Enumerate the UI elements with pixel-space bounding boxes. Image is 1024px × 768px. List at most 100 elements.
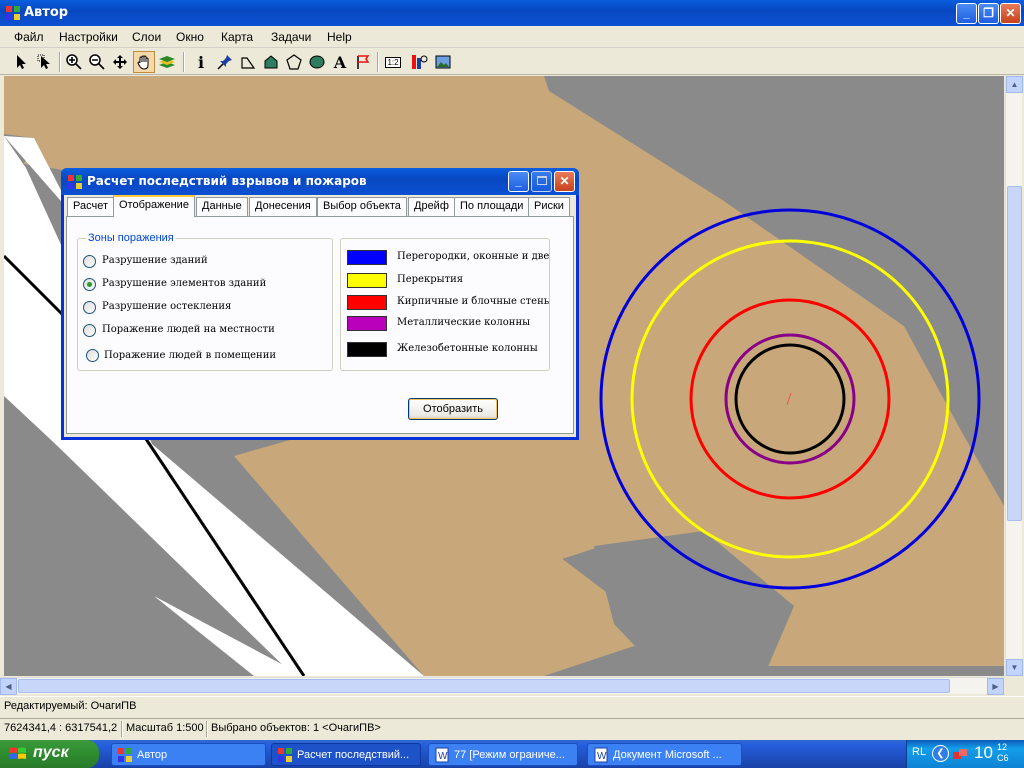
scroll-right-icon[interactable]: ▶	[987, 678, 1004, 695]
ellipse-icon[interactable]	[306, 51, 328, 73]
task-calc[interactable]: Расчет последствий...	[271, 743, 421, 766]
settings-icon[interactable]	[409, 51, 431, 73]
radio-zone-glazing-label: Разрушение остекления	[102, 301, 232, 312]
house-polygon-icon[interactable]	[260, 51, 282, 73]
legend-swatch-red	[347, 295, 387, 310]
radio-zone-people-outdoor[interactable]	[83, 324, 96, 337]
scale-text: Масштаб 1:500	[126, 722, 204, 734]
tab-vybor-obekta[interactable]: Выбор объекта	[317, 197, 407, 216]
radio-zone-building-elements[interactable]	[83, 278, 96, 291]
image-icon[interactable]	[432, 51, 454, 73]
start-button[interactable]: пуск	[0, 740, 99, 768]
tab-otobrazhenie[interactable]: Отображение	[113, 195, 195, 217]
radio-zone-building-elements-label: Разрушение элементов зданий	[102, 278, 267, 289]
svg-text:W: W	[597, 751, 607, 762]
select-region-icon[interactable]	[34, 51, 56, 73]
tab-raschet[interactable]: Расчет	[67, 197, 114, 216]
radio-zone-buildings[interactable]	[83, 255, 96, 268]
scroll-up-icon[interactable]: ▲	[1006, 76, 1023, 93]
menu-map[interactable]: Карта	[221, 30, 253, 44]
radio-zone-buildings-label: Разрушение зданий	[102, 255, 208, 266]
scroll-thumb-horizontal[interactable]	[18, 679, 950, 693]
language-indicator[interactable]: RL	[912, 746, 926, 758]
word-icon: W	[435, 747, 449, 763]
legend-label-concrete-columns: Железобетонные колонны	[397, 343, 538, 354]
task-word-77[interactable]: W 77 [Режим ограниче...	[428, 743, 578, 766]
network-icon[interactable]	[952, 746, 968, 762]
info-glyph: i	[197, 52, 205, 72]
horizontal-scrollbar[interactable]: ◀ ▶	[0, 677, 1004, 695]
minimize-button[interactable]: _	[956, 3, 977, 24]
toolbar-separator	[183, 52, 185, 72]
tray-expand-icon[interactable]: ❮	[932, 745, 949, 762]
dialog-minimize-button[interactable]: _	[508, 171, 529, 192]
app-icon	[68, 175, 82, 189]
clock-suffix: С6	[997, 753, 1009, 763]
tab-doneseniya[interactable]: Донесения	[249, 197, 317, 216]
menu-window[interactable]: Окно	[176, 30, 204, 44]
editing-layer-text: Редактируемый: ОчагиПВ	[4, 700, 137, 712]
polygon-icon[interactable]	[283, 51, 305, 73]
app-icon	[6, 6, 20, 20]
legend-swatch-yellow	[347, 273, 387, 288]
toolbar: i A 1:2	[0, 49, 1024, 75]
menu-layers[interactable]: Слои	[132, 30, 161, 44]
zones-group-title: Зоны поражения	[86, 232, 176, 244]
legend-label-floors: Перекрытия	[397, 274, 464, 285]
task-avtor[interactable]: Автор	[111, 743, 266, 766]
window-title: Автор	[24, 5, 69, 20]
tab-riski[interactable]: Риски	[528, 197, 570, 216]
menu-help[interactable]: Help	[327, 30, 352, 44]
text-icon[interactable]: A	[329, 51, 351, 73]
zoom-in-icon[interactable]	[63, 51, 85, 73]
text-glyph: A	[333, 52, 347, 72]
scroll-left-icon[interactable]: ◀	[0, 678, 17, 695]
legend-swatch-black	[347, 342, 387, 357]
maximize-button[interactable]: ❐	[978, 3, 999, 24]
select-arrow-icon[interactable]	[11, 51, 33, 73]
scroll-thumb[interactable]	[1007, 186, 1022, 521]
hand-pan-icon[interactable]	[133, 51, 155, 73]
task-word-doc[interactable]: W Документ Microsoft ...	[587, 743, 742, 766]
clock-minutes: 12	[997, 742, 1008, 752]
dialog-maximize-button[interactable]	[531, 171, 552, 192]
flag-icon[interactable]	[352, 51, 374, 73]
menu-file[interactable]: Файл	[14, 30, 44, 44]
polyline-icon[interactable]	[237, 51, 259, 73]
menu-settings[interactable]: Настройки	[59, 30, 118, 44]
tab-po-ploshchadi[interactable]: По площади	[454, 197, 530, 216]
zoom-out-icon[interactable]	[86, 51, 108, 73]
word-icon: W	[594, 747, 608, 763]
start-label: пуск	[33, 744, 69, 761]
legend-swatch-blue	[347, 250, 387, 265]
pin-icon[interactable]	[214, 51, 236, 73]
layers-icon[interactable]	[156, 51, 178, 73]
radio-zone-people-indoor-label: Поражение людей в помещении	[104, 350, 277, 361]
show-button[interactable]: Отобразить	[408, 398, 498, 420]
dialog-close-button[interactable]: ✕	[554, 171, 575, 192]
window-title-bar[interactable]: Автор _ ❐ ✕	[0, 0, 1024, 26]
tab-dannye[interactable]: Данные	[196, 197, 248, 216]
info-icon[interactable]: i	[190, 51, 212, 73]
dialog-title: Расчет последствий взрывов и пожаров	[87, 174, 367, 188]
close-button[interactable]: ✕	[1000, 3, 1021, 24]
radio-zone-people-indoor[interactable]	[86, 349, 99, 362]
vertical-scrollbar[interactable]: ▲ ▼	[1005, 76, 1023, 676]
status-divider	[206, 721, 208, 737]
status-bar: 7624341,4 : 6317541,2 Масштаб 1:500 Выбр…	[0, 718, 1024, 738]
ruler-icon[interactable]: 1:2	[382, 51, 404, 73]
scroll-down-icon[interactable]: ▼	[1006, 659, 1023, 676]
pan-move-icon[interactable]	[109, 51, 131, 73]
task-label: Документ Microsoft ...	[613, 749, 722, 761]
radio-zone-glazing[interactable]	[83, 301, 96, 314]
menu-tasks[interactable]: Задачи	[271, 30, 311, 44]
legend-label-brick-walls: Кирпичные и блочные стены	[397, 296, 550, 307]
tab-dreif[interactable]: Дрейф	[408, 197, 455, 216]
dialog-title-bar[interactable]: Расчет последствий взрывов и пожаров _ ✕	[61, 168, 579, 195]
task-label: Автор	[137, 749, 168, 761]
task-label: Расчет последствий...	[297, 749, 410, 761]
radio-zone-people-outdoor-label: Поражение людей на местности	[102, 324, 275, 335]
system-tray: RL ❮ 10 12 С6	[906, 740, 1024, 768]
toolbar-separator	[59, 52, 61, 72]
menu-bar: Файл Настройки Слои Окно Карта Задачи He…	[0, 26, 1024, 48]
